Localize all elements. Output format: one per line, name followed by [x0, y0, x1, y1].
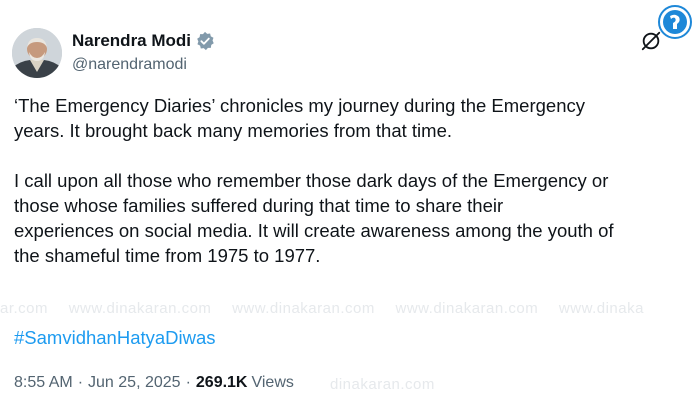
watermark: ar.com www.dinakaran.com www.dinakaran.c…: [0, 300, 700, 326]
text-line: experiences on social media. It will cre…: [14, 220, 614, 241]
watermark-text: www.dinakaran.com: [68, 300, 212, 317]
avatar-image: [12, 28, 62, 78]
views-count: 269.1K: [195, 374, 248, 391]
verified-badge-icon[interactable]: [195, 31, 215, 51]
tweet-paragraph: ‘The Emergency Diaries’ chronicles my jo…: [14, 93, 686, 143]
watermark-text: www.dinakaran.com: [232, 300, 375, 317]
text-line: the shameful time from 1975 to 1977.: [14, 245, 321, 266]
text-line: those whose families suffered during tha…: [14, 195, 504, 216]
user-handle[interactable]: @narendramodi: [72, 56, 215, 74]
avatar[interactable]: [12, 28, 62, 78]
text-line: ‘The Emergency Diaries’ chronicles my jo…: [14, 95, 585, 116]
separator-dot: ·: [77, 374, 84, 391]
tweet-time[interactable]: 8:55 AM: [14, 374, 73, 392]
watermark-inline: dinakaran.com: [330, 376, 435, 393]
watermark-text: www.dinaka: [558, 300, 644, 317]
watermark-text: ar.com: [0, 300, 49, 317]
text-line: years. It brought back many memories fro…: [14, 120, 452, 141]
tweet-text: ‘The Emergency Diaries’ chronicles my jo…: [14, 93, 686, 268]
author-block: Narendra Modi @narendramodi: [72, 30, 215, 74]
watermark-text: www.dinakaran.com: [395, 300, 539, 317]
views-label: Views: [251, 374, 294, 391]
tweet-card: Narendra Modi @narendramodi ‘The Emergen…: [0, 0, 700, 400]
tweet-meta: 8:55 AM · Jun 25, 2025 · 269.1K Views: [14, 374, 294, 392]
tweet-paragraph: I call upon all those who remember those…: [14, 168, 686, 268]
text-line: I call upon all those who remember those…: [14, 170, 609, 191]
hashtag-link[interactable]: #SamvidhanHatyaDiwas: [14, 327, 216, 349]
site-logo-icon: [658, 5, 692, 39]
separator-dot: ·: [185, 374, 191, 391]
display-name[interactable]: Narendra Modi: [72, 31, 191, 51]
tweet-date[interactable]: Jun 25, 2025: [88, 374, 181, 392]
name-row: Narendra Modi: [72, 30, 215, 52]
